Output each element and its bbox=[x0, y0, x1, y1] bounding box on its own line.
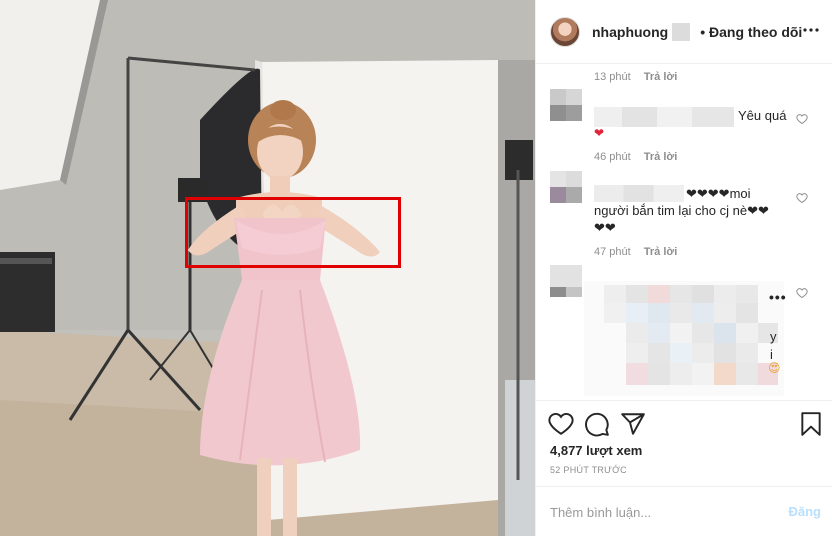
comment-body-line1: ❤❤❤❤moi bbox=[686, 186, 751, 201]
emoji: 😍 bbox=[768, 361, 781, 375]
reply-button[interactable]: Trả lời bbox=[644, 71, 678, 83]
comment-input[interactable] bbox=[550, 501, 750, 523]
heart-icon[interactable] bbox=[548, 411, 574, 437]
avatar[interactable] bbox=[550, 16, 580, 47]
comment-body: Yêu quá bbox=[738, 108, 787, 123]
pixelated-avatar bbox=[550, 171, 582, 203]
comment-icon[interactable] bbox=[584, 411, 610, 437]
comment-body-line3: ❤❤ bbox=[594, 220, 616, 235]
post-sidebar: nhaphuong • Đang theo dõi 13 phút Trả lờ… bbox=[535, 0, 832, 536]
share-icon[interactable] bbox=[620, 411, 646, 437]
more-icon[interactable] bbox=[803, 27, 819, 33]
post-header: nhaphuong • Đang theo dõi bbox=[536, 0, 832, 64]
highlight-box bbox=[185, 197, 401, 268]
comment-body-line2: người bắn tim lại cho cj nè❤❤ bbox=[594, 203, 769, 218]
reply-button[interactable]: Trả lời bbox=[644, 151, 678, 163]
comment-time: 46 phút bbox=[594, 151, 631, 163]
comment-time: 47 phút bbox=[594, 246, 631, 258]
comment-time: 13 phút bbox=[594, 71, 631, 83]
like-comment-heart-icon[interactable] bbox=[796, 287, 808, 299]
view-count[interactable]: 4,877 lượt xem bbox=[550, 443, 642, 458]
post-comment-button[interactable]: Đăng bbox=[789, 504, 822, 519]
pixelated-comment-content bbox=[584, 281, 784, 396]
username[interactable]: nhaphuong bbox=[592, 24, 668, 40]
like-comment-heart-icon[interactable] bbox=[796, 192, 808, 204]
post-media[interactable] bbox=[0, 0, 535, 536]
comments-list[interactable]: 13 phút Trả lời Yêu quá ❤ 46 phút Trả lờ… bbox=[536, 65, 832, 400]
comment-composer: Đăng bbox=[536, 486, 832, 536]
follow-status[interactable]: • Đang theo dõi bbox=[700, 24, 802, 40]
heart-emoji: ❤ bbox=[594, 126, 605, 140]
comment-options-button[interactable]: ••• bbox=[769, 289, 787, 305]
pixelated-avatar bbox=[550, 89, 582, 121]
redacted-username bbox=[594, 107, 734, 127]
reply-button[interactable]: Trả lời bbox=[644, 246, 678, 258]
username-redacted bbox=[672, 22, 691, 41]
post-actions: 4,877 lượt xem 52 PHÚT TRƯỚC bbox=[536, 400, 832, 486]
comment-avatar[interactable] bbox=[550, 171, 582, 203]
post-timestamp[interactable]: 52 PHÚT TRƯỚC bbox=[550, 465, 627, 475]
comment-meta: 46 phút Trả lời bbox=[594, 151, 677, 163]
like-comment-heart-icon[interactable] bbox=[796, 113, 808, 125]
comment-meta: 13 phút Trả lời bbox=[594, 71, 677, 83]
comment-avatar[interactable] bbox=[550, 89, 582, 121]
comment-meta: 47 phút Trả lời bbox=[594, 246, 677, 258]
redacted-username bbox=[594, 185, 684, 202]
comment-fragment: i bbox=[770, 347, 773, 362]
comment-avatar[interactable] bbox=[550, 265, 582, 297]
comment-fragment: y bbox=[770, 329, 777, 344]
pixelated-avatar bbox=[550, 265, 582, 297]
studio-photo bbox=[0, 0, 535, 536]
bookmark-icon[interactable] bbox=[798, 411, 824, 437]
